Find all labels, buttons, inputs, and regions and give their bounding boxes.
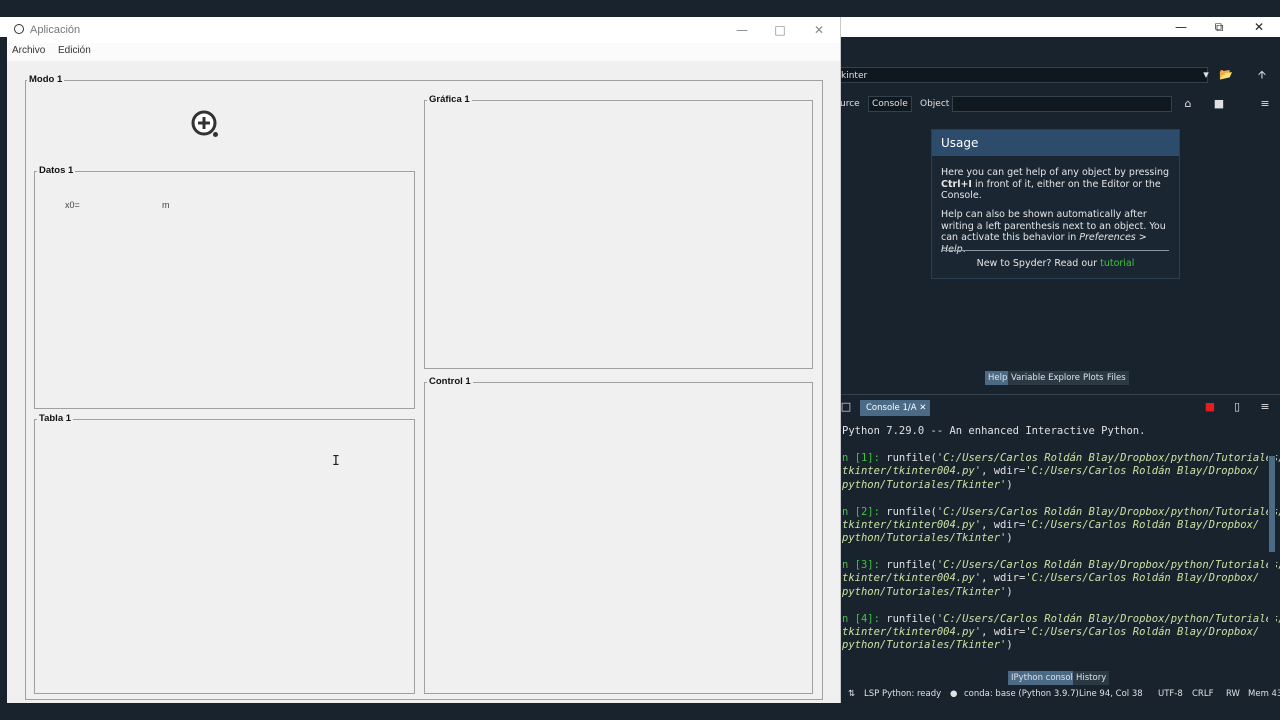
app-window: Aplicación — □ ✕ Archivo Edición Modo 1 … — [7, 17, 841, 703]
console-run-line: tkinter/tkinter004.py', wdir='C:/Users/C… — [842, 518, 1260, 531]
menu-icon[interactable]: ≡ — [1257, 96, 1273, 112]
minimize-icon[interactable]: — — [1162, 17, 1200, 37]
status-eol: CRLF — [1192, 689, 1214, 699]
frame-control — [424, 382, 813, 694]
status-bar: ⇅ LSP Python: ready ● conda: base (Pytho… — [840, 686, 1280, 703]
console-output[interactable]: Python 7.29.0 -- An enhanced Interactive… — [840, 424, 1280, 664]
lsp-icon: ⇅ — [848, 689, 856, 699]
usage-new-text: New to Spyder? Read our tutorial — [976, 258, 1135, 269]
usage-card: Usage Here you can get help of any objec… — [931, 129, 1180, 279]
console-run-line: tkinter/tkinter004.py', wdir='C:/Users/C… — [842, 572, 1260, 585]
source-select[interactable]: Console — [868, 96, 912, 112]
console-run-line: python/Tutoriales/Tkinter') — [842, 585, 1013, 598]
console-run-line: tkinter/tkinter004.py', wdir='C:/Users/C… — [842, 625, 1260, 638]
console-scrollbar-thumb[interactable] — [1269, 456, 1275, 552]
app-title: Aplicación — [30, 24, 81, 36]
console-header: Python 7.29.0 -- An enhanced Interactive… — [842, 425, 1146, 437]
status-rw: RW — [1226, 689, 1240, 699]
console-menu-icon[interactable]: ≡ — [1257, 399, 1273, 415]
tutorial-link[interactable]: tutorial — [1100, 258, 1134, 269]
app-titlebar: Aplicación — □ ✕ — [7, 17, 840, 43]
menu-archivo[interactable]: Archivo — [12, 43, 45, 59]
unit-label: m — [162, 200, 170, 210]
restore-icon[interactable]: ⧉ — [1200, 17, 1238, 37]
frame-datos-label: Datos 1 — [37, 165, 76, 177]
console-run-line: python/Tutoriales/Tkinter') — [842, 532, 1013, 545]
app-maximize-icon[interactable]: □ — [761, 17, 799, 43]
console-run-line: python/Tutoriales/Tkinter') — [842, 639, 1013, 652]
usage-paragraph-2: Help can also be shown automatically aft… — [941, 209, 1166, 255]
folder-open-icon[interactable]: 📂 — [1218, 67, 1234, 83]
tab-ipython-console[interactable]: IPython console — [1008, 671, 1082, 685]
source-label: urce — [840, 99, 860, 109]
tab-console[interactable]: Console 1/A ✕ — [860, 400, 930, 416]
usage-divider — [941, 250, 1169, 251]
close-tab-icon[interactable]: ✕ — [919, 403, 926, 413]
console-run-line: n [1]: runfile('C:/Users/Carlos Roldán B… — [842, 452, 1280, 464]
status-position: Line 94, Col 38 — [1079, 689, 1143, 699]
frame-grafica — [424, 100, 813, 369]
tab-history[interactable]: History — [1073, 671, 1110, 685]
status-lsp: LSP Python: ready — [864, 689, 942, 699]
console-run-line: python/Tutoriales/Tkinter') — [842, 478, 1013, 491]
trash-icon[interactable]: ▯ — [1229, 399, 1245, 415]
object-input[interactable] — [952, 96, 1172, 112]
lock-icon[interactable]: ■ — [1211, 96, 1227, 112]
menu-edicion[interactable]: Edición — [58, 43, 91, 59]
app-minimize-icon[interactable]: — — [723, 17, 761, 43]
menu-bar: Archivo Edición — [7, 43, 840, 61]
frame-datos — [34, 171, 415, 409]
console-run-line: tkinter/tkinter004.py', wdir='C:/Users/C… — [842, 465, 1260, 478]
frame-tabla — [34, 419, 415, 694]
frame-tabla-label: Tabla 1 — [37, 413, 74, 425]
console-run-line: n [3]: runfile('C:/Users/Carlos Roldán B… — [842, 559, 1280, 571]
status-conda: conda: base (Python 3.9.7) — [964, 689, 1079, 699]
object-label: Object — [920, 99, 950, 109]
tab-files[interactable]: Files — [1104, 371, 1129, 385]
source-combo[interactable]: kinter — [838, 67, 1208, 83]
close-icon[interactable]: ✕ — [1240, 17, 1278, 37]
status-encoding: UTF-8 — [1158, 689, 1183, 699]
usage-title: Usage — [932, 130, 1179, 156]
x0-label: x0= — [65, 200, 80, 210]
conda-icon: ● — [950, 689, 958, 699]
text-cursor-icon: I — [332, 454, 340, 469]
home-icon[interactable]: ⌂ — [1180, 96, 1196, 112]
usage-paragraph-1: Here you can get help of any object by p… — [941, 167, 1170, 201]
zoom-in-cursor-icon — [191, 110, 218, 137]
stop-icon[interactable]: ■ — [1202, 399, 1218, 415]
frame-modo-label: Modo 1 — [27, 74, 65, 86]
app-zoom-icon — [14, 24, 24, 34]
console-run-line: n [4]: runfile('C:/Users/Carlos Roldán B… — [842, 612, 1280, 625]
frame-grafica-label: Gráfica 1 — [427, 94, 472, 106]
tab-help[interactable]: Help — [985, 371, 1011, 385]
arrow-up-icon[interactable]: 🡩 — [1254, 67, 1270, 83]
app-close-icon[interactable]: ✕ — [800, 17, 838, 43]
tab-variable-explorer[interactable]: Variable Explorer — [1008, 371, 1087, 385]
chevron-down-icon[interactable]: ▾ — [1198, 67, 1214, 83]
status-mem: Mem 43% — [1248, 689, 1280, 699]
frame-control-label: Control 1 — [427, 376, 473, 388]
console-run-line: n [2]: runfile('C:/Users/Carlos Roldán B… — [842, 505, 1280, 518]
tab-plots[interactable]: Plots — [1080, 371, 1107, 385]
